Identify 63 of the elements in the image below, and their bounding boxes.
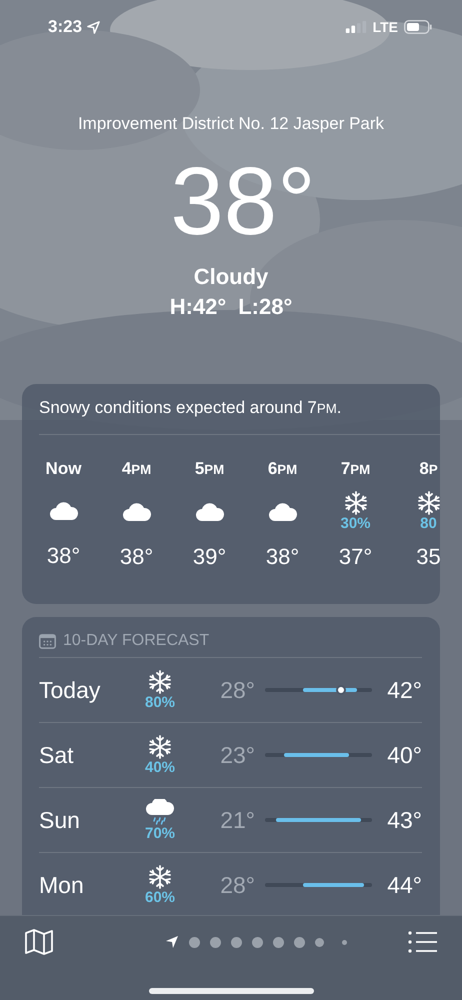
low-temperature: 28° <box>219 872 255 898</box>
cloud-icon <box>48 501 78 521</box>
hour-temperature: 38° <box>46 543 80 569</box>
page-dot[interactable] <box>189 936 200 948</box>
precipitation-chance: 80 <box>420 515 437 533</box>
snowflake-icon <box>416 491 440 515</box>
page-dot[interactable] <box>210 936 221 948</box>
snowflake-icon <box>344 491 368 515</box>
location-arrow-icon[interactable] <box>165 935 179 949</box>
hour-temperature: 39° <box>192 544 226 570</box>
hour-label: 4PM <box>122 459 152 480</box>
high-temperature: 40° <box>386 742 422 768</box>
location-name: Improvement District No. 12 Jasper Park <box>78 114 384 134</box>
condition-label: Cloudy <box>194 264 268 290</box>
high-temperature: H:42° <box>170 294 226 320</box>
precipitation-chance: 30% <box>340 515 371 533</box>
low-temperature: L:28° <box>238 294 292 320</box>
page-dot[interactable] <box>252 936 263 948</box>
cloud-icon <box>268 502 298 522</box>
low-temperature: 28° <box>219 676 255 704</box>
day-label: Mon <box>39 872 85 898</box>
hour-temperature: 38° <box>120 544 154 570</box>
map-icon[interactable] <box>24 928 54 956</box>
hour-label: 8P <box>419 459 438 480</box>
cloud-icon <box>122 502 152 522</box>
high-temperature: 43° <box>386 806 422 834</box>
precipitation-chance: 40% <box>144 758 176 776</box>
day-label: Today <box>39 676 102 704</box>
snowflake-icon <box>148 864 172 888</box>
low-temperature: 21° <box>219 806 255 834</box>
high-temperature: 42° <box>386 676 422 704</box>
hour-label: 7PM <box>340 459 370 480</box>
calendar-icon <box>39 634 56 648</box>
precipitation-chance: 80% <box>144 694 176 710</box>
battery-icon <box>404 20 432 34</box>
snowflake-icon <box>148 670 172 694</box>
hour-label: Now <box>46 459 82 479</box>
hour-temperature: 37° <box>338 544 372 570</box>
page-dot[interactable] <box>294 936 305 948</box>
hour-label: 5PM <box>194 459 224 480</box>
hour-label: 6PM <box>268 459 298 480</box>
current-temperature: 38° <box>169 152 316 252</box>
rain-cloud-icon <box>145 798 175 824</box>
page-dot[interactable] <box>315 938 324 946</box>
day-label: Sat <box>39 742 75 768</box>
precipitation-chance: 70% <box>144 824 176 842</box>
low-temperature: 23° <box>219 742 255 768</box>
forecast-summary: Snowy conditions expected around 7PM. <box>39 397 342 419</box>
page-dot[interactable] <box>273 936 284 948</box>
section-title: 10-DAY FORECAST <box>63 632 210 650</box>
hour-temperature: 38° <box>266 544 300 570</box>
page-dot[interactable] <box>342 940 347 944</box>
network-label: LTE <box>372 19 398 35</box>
day-label: Sun <box>39 806 81 834</box>
precipitation-chance: 60% <box>144 888 176 906</box>
signal-icon <box>344 21 367 33</box>
snowflake-icon <box>148 734 172 758</box>
high-temperature: 44° <box>386 872 422 898</box>
status-time: 3:23 <box>48 17 82 37</box>
list-icon[interactable] <box>408 931 438 953</box>
cloud-icon <box>194 502 224 522</box>
hour-temperature: 35 <box>416 544 440 570</box>
page-dot[interactable] <box>231 936 242 948</box>
